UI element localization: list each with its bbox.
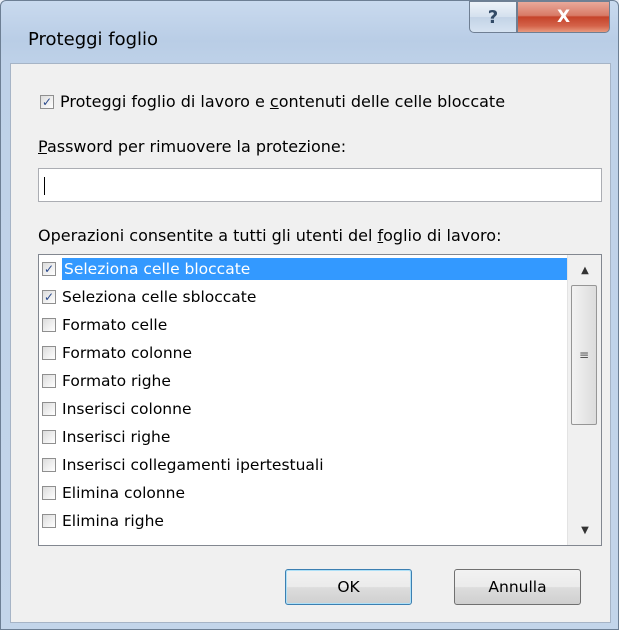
grip-lines-icon: ≡ bbox=[578, 348, 590, 362]
dialog-title: Proteggi foglio bbox=[28, 29, 159, 50]
checkbox-icon[interactable]: ✓ bbox=[40, 94, 54, 109]
title-bar[interactable]: Proteggi foglio ? X bbox=[1, 1, 618, 63]
checkbox-icon[interactable] bbox=[42, 514, 56, 528]
list-item-label: Elimina righe bbox=[62, 512, 164, 530]
list-item-label: Inserisci righe bbox=[62, 428, 171, 446]
permissions-items: ✓ Seleziona celle bloccate ✓ Seleziona cell… bbox=[39, 255, 569, 535]
list-item[interactable]: Inserisci righe bbox=[39, 423, 569, 451]
checkbox-icon[interactable] bbox=[42, 402, 56, 416]
list-item-label: Elimina colonne bbox=[62, 484, 186, 502]
vertical-scrollbar[interactable]: ▲ ≡ ▼ bbox=[567, 255, 601, 545]
list-item[interactable]: Formato righe bbox=[39, 367, 569, 395]
list-item[interactable]: Elimina righe bbox=[39, 507, 569, 535]
permissions-label: Operazioni consentite a tutti gli utenti… bbox=[38, 226, 502, 245]
checkbox-icon[interactable] bbox=[42, 486, 56, 500]
list-item[interactable]: Formato celle bbox=[39, 311, 569, 339]
checkbox-icon[interactable] bbox=[42, 318, 56, 332]
help-button[interactable]: ? bbox=[469, 1, 517, 33]
password-label: Password per rimuovere la protezione: bbox=[38, 137, 347, 156]
permissions-list[interactable]: ✓ Seleziona celle bloccate ✓ Seleziona cell… bbox=[38, 254, 602, 546]
list-item[interactable]: Formato colonne bbox=[39, 339, 569, 367]
ok-button[interactable]: OK bbox=[285, 569, 412, 605]
scroll-down-button[interactable]: ▼ bbox=[568, 515, 602, 545]
close-icon: X bbox=[556, 7, 571, 27]
triangle-up-icon: ▲ bbox=[581, 264, 589, 276]
password-input[interactable] bbox=[38, 168, 602, 202]
cancel-button[interactable]: Annulla bbox=[454, 569, 581, 605]
checkbox-icon[interactable] bbox=[42, 458, 56, 472]
protect-sheet-checkbox[interactable]: ✓ Proteggi foglio di lavoro e contenuti … bbox=[40, 92, 505, 111]
question-icon: ? bbox=[487, 6, 499, 28]
list-item[interactable]: Elimina colonne bbox=[39, 479, 569, 507]
list-item[interactable]: ✓ Seleziona celle bloccate bbox=[39, 255, 569, 283]
list-item[interactable]: Inserisci colonne bbox=[39, 395, 569, 423]
list-item-label: Formato righe bbox=[62, 372, 171, 390]
protect-sheet-label: Proteggi foglio di lavoro e contenuti de… bbox=[60, 92, 506, 111]
close-button[interactable]: X bbox=[517, 1, 610, 33]
list-item-label: Seleziona celle bloccate bbox=[62, 258, 569, 280]
checkbox-icon[interactable]: ✓ bbox=[42, 262, 56, 276]
scroll-thumb[interactable]: ≡ bbox=[571, 285, 597, 425]
checkbox-icon[interactable] bbox=[42, 374, 56, 388]
list-item-label: Formato colonne bbox=[62, 344, 193, 362]
list-item-label: Inserisci collegamenti ipertestuali bbox=[62, 456, 324, 474]
checkbox-icon[interactable] bbox=[42, 430, 56, 444]
dialog-content: ✓ Proteggi foglio di lavoro e contenuti … bbox=[10, 63, 611, 623]
list-item-label: Formato celle bbox=[62, 316, 168, 334]
checkbox-icon[interactable] bbox=[42, 346, 56, 360]
list-item[interactable]: Inserisci collegamenti ipertestuali bbox=[39, 451, 569, 479]
dialog-window: Proteggi foglio ? X ✓ Proteggi foglio di… bbox=[0, 0, 619, 630]
list-item[interactable]: ✓ Seleziona celle sbloccate bbox=[39, 283, 569, 311]
scroll-up-button[interactable]: ▲ bbox=[568, 255, 602, 285]
triangle-down-icon: ▼ bbox=[581, 524, 589, 536]
text-caret bbox=[44, 177, 45, 195]
list-item-label: Seleziona celle sbloccate bbox=[62, 288, 257, 306]
list-item-label: Inserisci colonne bbox=[62, 400, 192, 418]
checkbox-icon[interactable]: ✓ bbox=[42, 290, 56, 304]
